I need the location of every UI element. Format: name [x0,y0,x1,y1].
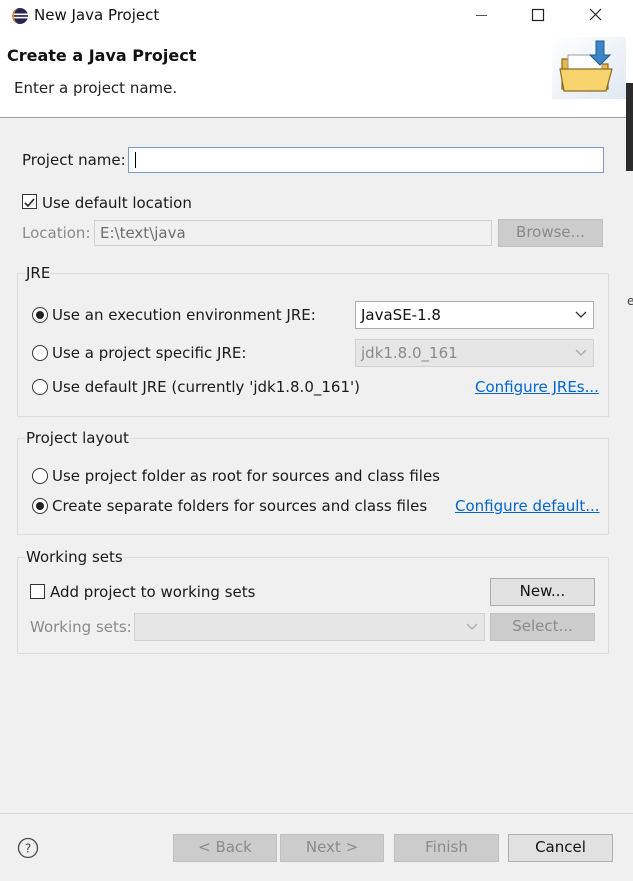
page-description: Enter a project name. [14,79,178,97]
minimize-button[interactable] [452,0,510,31]
separate-folders-radio[interactable] [32,498,48,514]
add-to-working-sets-label: Add project to working sets [50,583,256,601]
project-specific-jre-value: jdk1.8.0_161 [361,344,458,362]
new-working-set-button[interactable]: New... [490,578,595,606]
help-icon[interactable]: ? [17,837,39,859]
chevron-down-icon [466,623,478,630]
project-specific-jre-select[interactable]: jdk1.8.0_161 [355,339,594,367]
text-caret [135,152,136,168]
maximize-icon [531,8,545,22]
title-bar: New Java Project [0,0,633,31]
add-to-working-sets-checkbox[interactable] [30,584,45,599]
execution-environment-label: Use an execution environment JRE: [52,306,316,324]
window-title: New Java Project [34,6,160,24]
maximize-button[interactable] [510,0,568,31]
location-field: E:\text\java [94,220,492,246]
default-jre-label: Use default JRE (currently 'jdk1.8.0_161… [52,378,360,396]
minimize-icon [476,15,487,16]
chevron-down-icon [575,349,587,356]
footer-separator [0,813,633,814]
project-name-input[interactable] [128,147,604,173]
select-working-sets-button[interactable]: Select... [490,613,595,641]
new-folder-wizard-icon [552,37,626,99]
project-folder-root-label: Use project folder as root for sources a… [52,467,440,485]
close-icon [589,8,602,21]
location-label: Location: [22,224,91,242]
working-sets-select[interactable] [134,613,485,641]
working-sets-group-label: Working sets [26,548,123,566]
back-button[interactable]: < Back [173,834,277,862]
checkmark-icon [24,198,35,208]
project-specific-jre-radio[interactable] [32,345,48,361]
project-layout-group-label: Project layout [26,429,129,447]
project-name-label: Project name: [22,151,126,169]
eclipse-icon [12,8,28,24]
execution-environment-radio[interactable] [32,307,48,323]
next-button[interactable]: Next > [280,834,384,862]
use-default-location-checkbox[interactable] [22,194,37,209]
chevron-down-icon [575,311,587,318]
project-specific-jre-label: Use a project specific JRE: [52,344,247,362]
jre-group-label: JRE [26,264,51,282]
background-window-text: e [627,294,633,308]
execution-environment-value: JavaSE-1.8 [361,306,441,324]
default-jre-radio[interactable] [32,379,48,395]
separate-folders-label: Create separate folders for sources and … [52,497,428,515]
project-layout-group [17,438,609,535]
project-folder-root-radio[interactable] [32,468,48,484]
finish-button[interactable]: Finish [394,834,499,862]
configure-jres-link[interactable]: Configure JREs... [475,378,599,396]
svg-text:?: ? [25,842,31,856]
close-button[interactable] [568,0,626,31]
background-window-edge [626,83,633,171]
page-title: Create a Java Project [7,46,197,65]
browse-button[interactable]: Browse... [498,219,603,247]
execution-environment-select[interactable]: JavaSE-1.8 [355,301,594,329]
working-sets-label: Working sets: [30,618,132,636]
cancel-button[interactable]: Cancel [508,834,613,862]
wizard-header: Create a Java Project Enter a project na… [0,31,633,118]
configure-default-link[interactable]: Configure default... [455,497,600,515]
use-default-location-label: Use default location [42,194,192,212]
